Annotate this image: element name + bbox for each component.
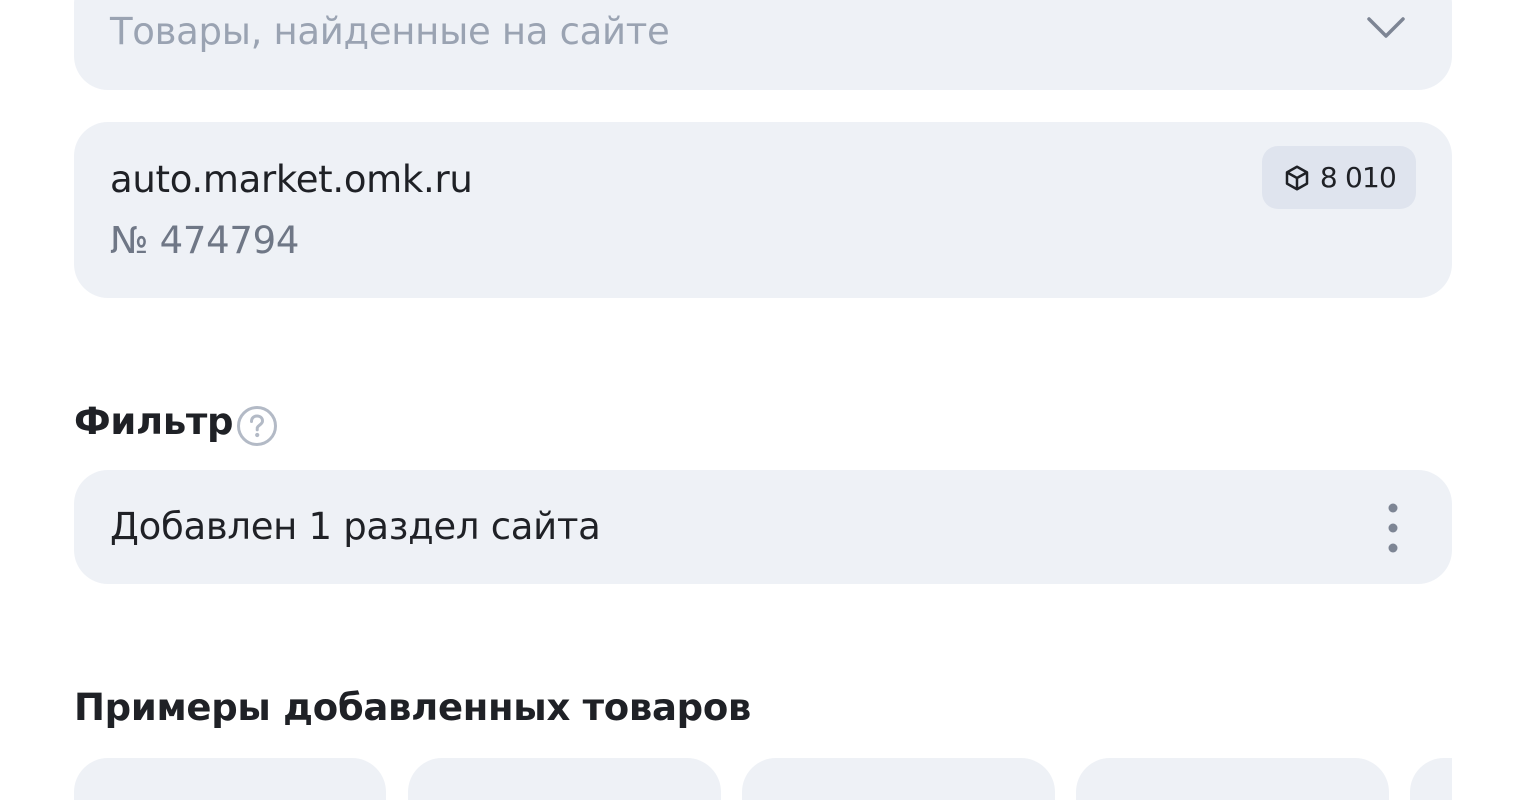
examples-list xyxy=(0,0,1452,800)
example-card[interactable] xyxy=(408,758,721,800)
example-card[interactable] xyxy=(1410,758,1452,800)
example-card[interactable] xyxy=(742,758,1055,800)
page: Товары, найденные на сайте auto.market.o… xyxy=(0,0,1528,800)
example-card[interactable] xyxy=(74,758,386,800)
example-card[interactable] xyxy=(1076,758,1389,800)
